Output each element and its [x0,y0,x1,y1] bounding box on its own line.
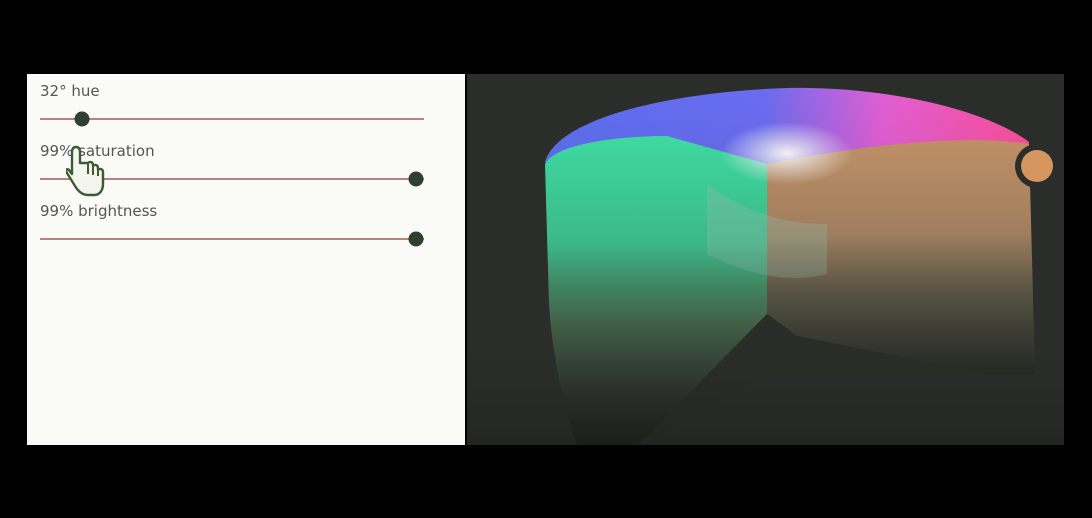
hsb-cylinder-illustration [467,74,1064,445]
selected-color-swatch [1021,150,1053,182]
saturation-slider-thumb[interactable] [408,171,424,187]
color-cylinder-viewport[interactable] [467,74,1064,445]
selected-color-marker-icon[interactable] [1012,141,1062,191]
controls-panel: 32° hue 99% saturation 99% brightness [27,74,465,445]
hue-slider-thumb[interactable] [74,111,90,127]
brightness-slider[interactable] [40,231,424,247]
brightness-slider-thumb[interactable] [408,231,424,247]
hue-slider[interactable] [40,111,424,127]
hand-pointer-icon [66,145,105,197]
brightness-label: 99% brightness [40,202,158,220]
hue-label: 32° hue [40,82,100,100]
